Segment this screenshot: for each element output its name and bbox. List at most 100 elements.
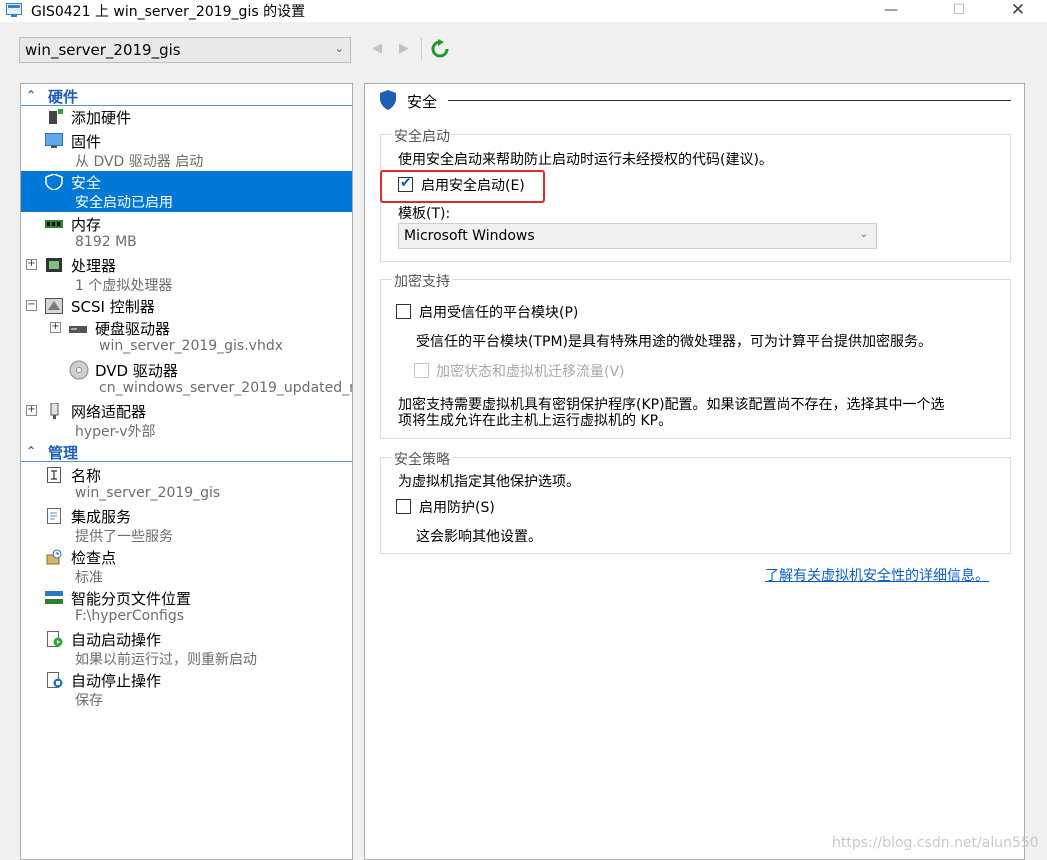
sidebar-item-integration-services[interactable]: 集成服务 提供了一些服务	[21, 505, 352, 546]
sidebar-item-name[interactable]: 名称 win_server_2019_gis	[21, 464, 352, 505]
sidebar-item-detail: 提供了一些服务	[75, 529, 173, 545]
collapse-icon: ⌃	[26, 444, 37, 458]
tpm-description: 受信任的平台模块(TPM)是具有特殊用途的微处理器，可为计算平台提供加密服务。	[416, 334, 932, 350]
sidebar-item-detail: 如果以前运行过，则重新启动	[75, 652, 257, 668]
learn-more-link[interactable]: 了解有关虚拟机安全性的详细信息。	[765, 565, 989, 585]
secure-boot-group-title: 安全启动	[392, 126, 452, 146]
page-title: 安全	[407, 93, 438, 111]
back-arrow-icon[interactable]: ◀	[368, 40, 386, 58]
dvd-icon	[69, 360, 89, 380]
memory-icon	[45, 220, 63, 228]
shielding-checkbox[interactable]	[396, 499, 411, 514]
policy-group-title: 安全策略	[392, 449, 452, 469]
title-bar: GIS0421 上 win_server_2019_gis 的设置 — ☐ ✕	[0, 0, 1047, 22]
collapse-icon: ⌃	[26, 88, 37, 102]
sidebar-item-network-adapter[interactable]: + 网络适配器 hyper-v外部	[21, 400, 352, 441]
sidebar-item-label: 网络适配器	[71, 403, 147, 421]
sidebar-item-firmware[interactable]: 固件 从 DVD 驱动器 启动	[21, 130, 352, 171]
sidebar-item-label: 硬盘驱动器	[95, 320, 171, 338]
tpm-checkbox[interactable]	[396, 304, 411, 319]
forward-arrow-icon[interactable]: ▶	[395, 40, 413, 58]
firmware-icon	[45, 133, 63, 148]
sidebar-item-checkpoint[interactable]: 检查点 标准	[21, 546, 352, 587]
hard-drive-icon	[69, 326, 87, 333]
sidebar-item-hard-drive[interactable]: + 硬盘驱动器 win_server_2019_gis.vhdx	[21, 317, 352, 358]
sidebar-item-processor[interactable]: + 处理器 1 个虚拟处理器	[21, 254, 352, 295]
refresh-icon[interactable]	[430, 39, 450, 59]
encryption-group-title: 加密支持	[392, 271, 452, 291]
sidebar-item-label: DVD 驱动器	[95, 362, 178, 380]
sidebar-item-detail: win_server_2019_gis.vhdx	[99, 338, 284, 354]
encrypt-migration-label: 加密状态和虚拟机迁移流量(V)	[436, 364, 625, 380]
vm-select-value: win_server_2019_gis	[25, 41, 181, 59]
settings-tree: ⌃ 硬件 添加硬件 固件 从 DVD 驱动器 启动 安全 安全启动已启用 内存	[20, 83, 353, 860]
sidebar-item-label: 固件	[71, 133, 102, 151]
sidebar-item-label: 自动启动操作	[71, 631, 162, 649]
kp-description-line2: 项将生成允许在此主机上运行虚拟机的 KP。	[398, 413, 673, 429]
template-select[interactable]: Microsoft Windows ⌄	[398, 223, 877, 249]
sidebar-item-label: 智能分页文件位置	[71, 590, 192, 608]
sidebar-item-label: 集成服务	[71, 508, 132, 526]
policy-description: 为虚拟机指定其他保护选项。	[398, 474, 580, 490]
sidebar-item-auto-stop[interactable]: 自动停止操作 保存	[21, 669, 352, 710]
title-divider	[448, 100, 1011, 101]
hardware-header-label: 硬件	[48, 88, 79, 106]
expand-icon[interactable]: +	[50, 322, 61, 333]
tpm-checkbox-label[interactable]: 启用受信任的平台模块(P)	[419, 302, 578, 322]
sidebar-item-security[interactable]: 安全 安全启动已启用	[21, 171, 352, 212]
network-adapter-icon	[50, 403, 59, 419]
sidebar-item-detail: F:\hyperConfigs	[75, 608, 185, 624]
sidebar-item-auto-start[interactable]: 自动启动操作 如果以前运行过，则重新启动	[21, 628, 352, 669]
secure-boot-description: 使用安全启动来帮助防止启动时运行未经授权的代码(建议)。	[398, 152, 773, 168]
window-title: GIS0421 上 win_server_2019_gis 的设置	[31, 4, 306, 20]
sidebar-item-detail: hyper-v外部	[75, 424, 156, 440]
sidebar-item-label: SCSI 控制器	[71, 298, 155, 316]
sidebar-item-memory[interactable]: 内存 8192 MB	[21, 213, 352, 254]
sidebar-item-detail: cn_windows_server_2019_updated_m...	[99, 380, 353, 396]
expand-icon[interactable]: +	[26, 405, 37, 416]
minimize-button[interactable]: —	[868, 0, 914, 22]
chevron-down-icon: ⌄	[859, 229, 868, 240]
sidebar-item-label: 添加硬件	[71, 109, 132, 127]
auto-start-icon	[47, 631, 63, 647]
sidebar-item-label: 自动停止操作	[71, 672, 162, 690]
sidebar-item-detail: 标准	[75, 570, 103, 586]
auto-stop-icon	[47, 672, 63, 688]
sidebar-item-label: 检查点	[71, 549, 117, 567]
sidebar-item-detail: 安全启动已启用	[75, 195, 173, 211]
hardware-section-header[interactable]: ⌃ 硬件	[21, 87, 352, 106]
sidebar-item-label: 处理器	[71, 257, 117, 275]
close-button[interactable]: ✕	[995, 0, 1041, 22]
sidebar-item-detail: 从 DVD 驱动器 启动	[75, 154, 204, 170]
sidebar-item-smart-paging[interactable]: 智能分页文件位置 F:\hyperConfigs	[21, 587, 352, 628]
template-select-value: Microsoft Windows	[404, 228, 535, 244]
name-icon	[47, 467, 61, 483]
sidebar-item-detail: 1 个虚拟处理器	[75, 278, 173, 294]
secure-boot-checkbox[interactable]: ✔	[398, 175, 413, 192]
paging-file-icon	[45, 591, 63, 604]
settings-app-icon	[6, 3, 22, 17]
maximize-button[interactable]: ☐	[936, 0, 982, 22]
shield-icon	[380, 90, 396, 110]
watermark-text: https://blog.csdn.net/alun550	[832, 835, 1039, 851]
chevron-down-icon: ⌄	[334, 42, 344, 55]
scsi-controller-icon	[45, 298, 63, 314]
template-label: 模板(T):	[398, 206, 451, 222]
encrypt-migration-checkbox[interactable]	[414, 363, 429, 378]
secure-boot-checkbox-label[interactable]: 启用安全启动(E)	[421, 175, 525, 195]
integration-services-icon	[47, 508, 61, 524]
sidebar-item-scsi-controller[interactable]: − SCSI 控制器	[21, 295, 352, 317]
expand-icon[interactable]: +	[26, 259, 37, 270]
shielding-description: 这会影响其他设置。	[416, 529, 542, 545]
shielding-checkbox-label[interactable]: 启用防护(S)	[419, 497, 495, 517]
sidebar-item-detail: 8192 MB	[75, 234, 137, 250]
sidebar-item-dvd-drive[interactable]: DVD 驱动器 cn_windows_server_2019_updated_m…	[21, 359, 352, 400]
processor-icon	[46, 258, 62, 272]
toolbar-divider	[421, 38, 422, 60]
vm-select[interactable]: win_server_2019_gis ⌄	[19, 37, 351, 63]
management-section-header[interactable]: ⌃ 管理	[21, 443, 352, 462]
collapse-icon[interactable]: −	[26, 300, 37, 311]
security-settings-panel: 安全 安全启动 使用安全启动来帮助防止启动时运行未经授权的代码(建议)。 ✔ 启…	[364, 83, 1025, 860]
sidebar-item-detail: win_server_2019_gis	[75, 485, 221, 501]
sidebar-item-detail: 保存	[75, 693, 103, 709]
